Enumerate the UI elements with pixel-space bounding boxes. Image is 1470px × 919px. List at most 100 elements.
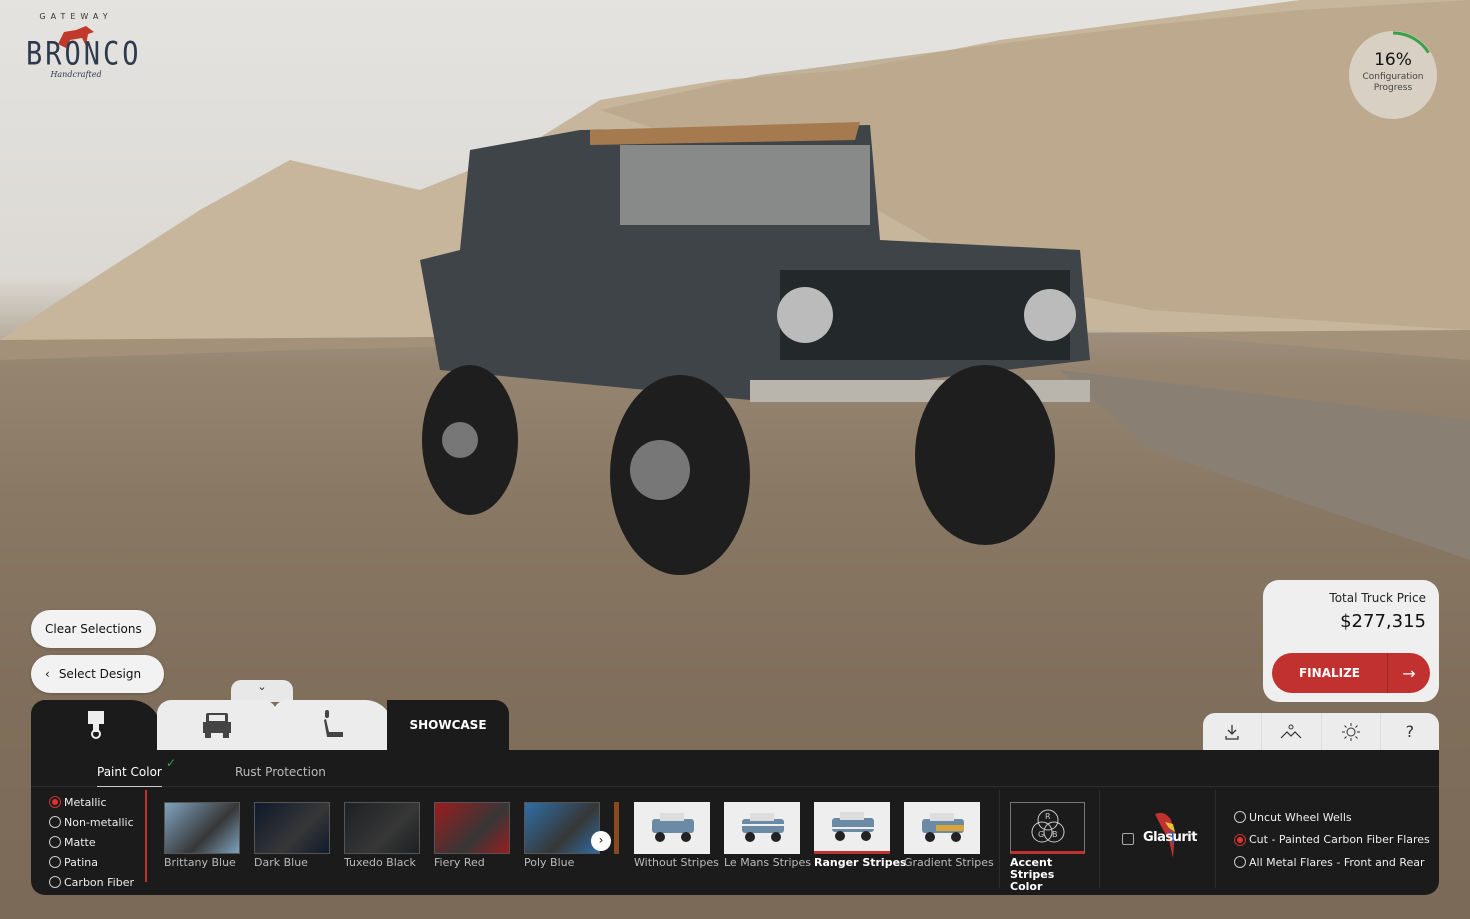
environment-button[interactable] <box>1262 713 1322 750</box>
configuration-progress: 16% Configuration Progress <box>1349 31 1437 119</box>
tab-interior[interactable] <box>273 700 393 750</box>
bronco-truck-render <box>420 122 1090 575</box>
radio-icon <box>1234 856 1246 869</box>
accent-label: Accent Stripes Color <box>1010 856 1055 893</box>
radio-icon <box>49 856 61 868</box>
help-button[interactable]: ? <box>1381 713 1439 750</box>
environment-icon <box>1280 724 1302 738</box>
paint-brush-icon <box>88 711 104 739</box>
radio-icon <box>49 836 61 848</box>
finish-label: Matte <box>64 835 96 849</box>
color-swatch-partial <box>614 802 619 854</box>
flare-all-metal[interactable]: All Metal Flares - Front and Rear <box>1234 851 1430 874</box>
finalize-label: FINALIZE <box>1272 653 1388 693</box>
price-title: Total Truck Price <box>1329 591 1426 605</box>
chevron-down-icon: ⌄ <box>257 680 267 693</box>
glasurit-checkbox[interactable] <box>1122 833 1134 845</box>
price-card: Total Truck Price $277,315 FINALIZE → <box>1263 580 1439 702</box>
finalize-button[interactable]: FINALIZE → <box>1272 653 1430 693</box>
next-colors-button[interactable]: › <box>591 831 611 851</box>
select-design-button[interactable]: ‹ Select Design <box>31 655 164 693</box>
accent-stripes-color-button[interactable]: RGB <box>1010 802 1085 854</box>
stripe-label: Le Mans Stripes <box>724 856 811 869</box>
truck-thumbnail <box>742 813 784 842</box>
chevron-right-icon: › <box>598 833 604 847</box>
download-button[interactable] <box>1203 713 1263 750</box>
finish-metallic[interactable]: Metallic <box>49 792 144 812</box>
options-panel: Paint Color ✓ Rust Protection Metallic N… <box>31 750 1439 895</box>
stripe-option-le-mans[interactable] <box>724 802 800 854</box>
glasurit-logo-text: Glasurit <box>1143 830 1197 845</box>
radio-icon <box>49 816 61 828</box>
flare-label: Uncut Wheel Wells <box>1249 810 1352 824</box>
viewer-toolbar: ? <box>1203 713 1439 750</box>
color-swatch-dark-blue[interactable] <box>254 802 330 854</box>
price-amount: $277,315 <box>1340 611 1426 632</box>
tab-showcase[interactable]: SHOWCASE <box>387 700 509 750</box>
download-icon <box>1225 724 1239 740</box>
swatch-label: Fiery Red <box>434 856 485 869</box>
radio-icon <box>1234 811 1246 824</box>
rgb-letter-r: R <box>1045 812 1051 821</box>
swatch-label: Tuxedo Black <box>344 856 416 869</box>
subtabs: Paint Color ✓ Rust Protection <box>31 750 1439 787</box>
color-swatch-fiery-red[interactable] <box>434 802 510 854</box>
logo-gateway: GATEWAY <box>39 12 113 21</box>
flare-cut-carbon-fiber[interactable]: Cut - Painted Carbon Fiber Flares <box>1234 829 1430 852</box>
truck-thumbnail <box>832 811 874 841</box>
finish-label: Carbon Fiber <box>64 875 134 889</box>
rgb-circles-icon: RG B <box>1031 809 1064 843</box>
color-swatch-poly-blue[interactable] <box>524 802 600 854</box>
radio-icon <box>49 796 61 808</box>
stripe-option-gradient[interactable] <box>904 802 980 854</box>
gateway-bronco-logo[interactable]: GATEWAY BRONCO Handcrafted <box>26 10 142 102</box>
progress-ring <box>1349 31 1437 119</box>
finish-label: Metallic <box>64 795 107 809</box>
color-swatch-brittany-blue[interactable] <box>164 802 240 854</box>
finish-carbon-fiber[interactable]: Carbon Fiber <box>49 872 144 892</box>
finish-patina[interactable]: Patina <box>49 852 144 872</box>
tab-paint[interactable] <box>31 700 161 750</box>
finish-label: Patina <box>64 855 98 869</box>
finish-matte[interactable]: Matte <box>49 832 144 852</box>
swatch-label: Dark Blue <box>254 856 308 869</box>
scroll-indicator[interactable] <box>145 790 147 882</box>
arrow-right-icon: → <box>1402 663 1416 683</box>
divider <box>1099 790 1100 888</box>
radio-icon <box>1234 833 1246 846</box>
tab-exterior[interactable] <box>157 700 277 750</box>
swatch-label: Brittany Blue <box>164 856 236 869</box>
swatch-label: Poly Blue <box>524 856 575 869</box>
stripe-label: Ranger Stripes <box>814 856 907 869</box>
truck-thumbnail <box>922 813 964 842</box>
flare-uncut-wheel-wells[interactable]: Uncut Wheel Wells <box>1234 806 1430 829</box>
lighting-icon <box>1341 722 1360 741</box>
help-icon: ? <box>1405 722 1415 741</box>
collapse-panel-button[interactable]: ⌄ <box>231 680 293 702</box>
radio-icon <box>49 876 61 888</box>
lighting-button[interactable] <box>1322 713 1381 750</box>
subtab-paint-color[interactable]: Paint Color <box>97 765 162 787</box>
divider <box>999 790 1000 888</box>
truck-thumbnail <box>652 813 694 842</box>
finish-label: Non-metallic <box>64 815 134 829</box>
flare-options: Uncut Wheel Wells Cut - Painted Carbon F… <box>1234 806 1430 874</box>
category-tabs: SHOWCASE <box>31 700 509 750</box>
stripe-option-ranger[interactable] <box>814 802 890 854</box>
select-design-label: Select Design <box>58 667 142 681</box>
check-icon: ✓ <box>166 756 177 770</box>
rgb-letter-g: G <box>1038 830 1044 839</box>
flare-label: All Metal Flares - Front and Rear <box>1249 855 1425 869</box>
stripe-option-without[interactable] <box>634 802 710 854</box>
clear-selections-button[interactable]: Clear Selections <box>31 610 156 648</box>
seat-icon <box>324 710 343 737</box>
chevron-left-icon: ‹ <box>45 667 50 681</box>
finish-type-list: Metallic Non-metallic Matte Patina Carbo… <box>49 792 144 894</box>
finish-non-metallic[interactable]: Non-metallic <box>49 812 144 832</box>
stripe-label: Gradient Stripes <box>904 856 994 869</box>
rgb-letter-b: B <box>1052 830 1058 839</box>
divider <box>1215 790 1216 888</box>
logo-bronco: BRONCO <box>26 35 142 74</box>
color-swatch-tuxedo-black[interactable] <box>344 802 420 854</box>
subtab-rust-protection[interactable]: Rust Protection <box>235 765 326 779</box>
